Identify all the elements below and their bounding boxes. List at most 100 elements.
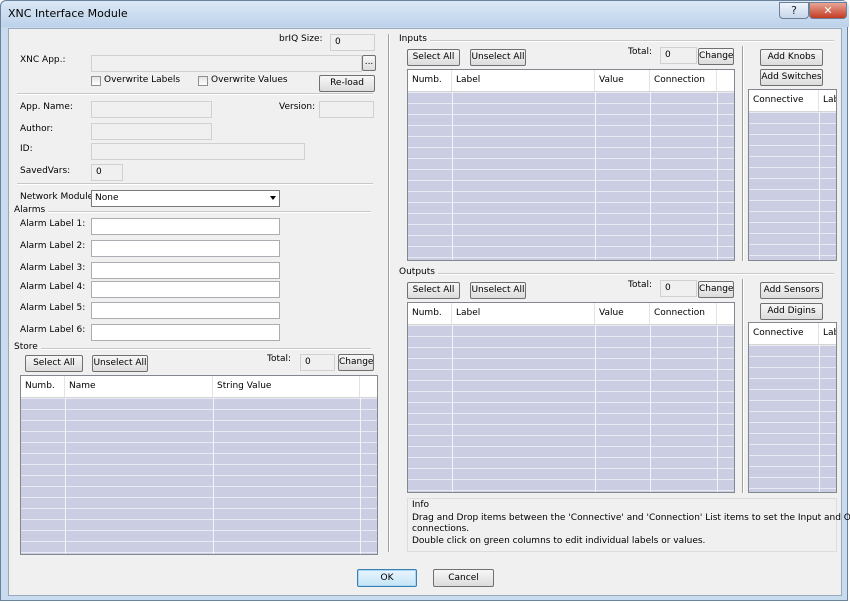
outputs-group-title: Outputs bbox=[399, 267, 438, 277]
inputs-connective-body[interactable] bbox=[749, 112, 836, 260]
savedvars-value: 0 bbox=[91, 164, 123, 181]
outputs-total-label: Total: bbox=[628, 280, 653, 290]
store-list-header: Numb. Name String Value bbox=[21, 376, 377, 398]
inputs-unselect-all-button[interactable]: Unselect All bbox=[470, 49, 526, 66]
alarm-input-6[interactable] bbox=[91, 324, 280, 341]
inputs-connective-header: Connective Label bbox=[749, 90, 836, 112]
column-header[interactable]: Value bbox=[595, 303, 650, 324]
id-field bbox=[91, 143, 305, 160]
column-header[interactable]: Numb. bbox=[408, 70, 452, 91]
column-header[interactable]: Numb. bbox=[21, 376, 65, 397]
window-title: XNC Interface Module bbox=[8, 7, 128, 20]
add-knobs-button[interactable]: Add Knobs bbox=[760, 49, 823, 66]
app-name-field bbox=[91, 101, 212, 118]
alarm-input-3[interactable] bbox=[91, 262, 280, 279]
column-divider bbox=[819, 112, 820, 260]
network-module-label: Network Module: bbox=[20, 192, 97, 202]
inputs-change-button[interactable]: Change bbox=[698, 48, 734, 65]
column-header[interactable]: Connection bbox=[650, 70, 717, 91]
add-digins-button[interactable]: Add Digins bbox=[760, 303, 823, 320]
store-unselect-all-button[interactable]: Unselect All bbox=[92, 355, 148, 372]
column-header[interactable]: Connection bbox=[650, 303, 717, 324]
help-button[interactable]: ? bbox=[779, 2, 809, 19]
inputs-list-body[interactable] bbox=[408, 92, 734, 260]
alarm-input-4[interactable] bbox=[91, 281, 280, 298]
alarm-label-5: Alarm Label 5: bbox=[20, 303, 86, 313]
savedvars-label: SavedVars: bbox=[20, 166, 71, 176]
column-divider bbox=[717, 92, 718, 260]
inputs-list[interactable]: Numb. Label Value Connection bbox=[407, 69, 735, 261]
reload-button[interactable]: Re-load bbox=[319, 75, 375, 92]
xnc-app-path-field[interactable] bbox=[91, 55, 362, 72]
overwrite-labels-label: Overwrite Labels bbox=[104, 75, 181, 85]
alarm-label-1: Alarm Label 1: bbox=[20, 219, 86, 229]
column-divider bbox=[717, 325, 718, 492]
column-divider bbox=[650, 325, 651, 492]
store-group-line bbox=[17, 348, 371, 350]
alarm-input-2[interactable] bbox=[91, 240, 280, 257]
store-total-label: Total: bbox=[267, 354, 292, 364]
alarm-label-4: Alarm Label 4: bbox=[20, 282, 86, 292]
store-list-body[interactable] bbox=[21, 398, 377, 554]
store-list[interactable]: Numb. Name String Value bbox=[20, 375, 378, 555]
ok-button[interactable]: OK bbox=[357, 569, 417, 587]
column-header[interactable]: Connective bbox=[749, 90, 819, 111]
column-header[interactable]: Numb. bbox=[408, 303, 452, 324]
column-divider bbox=[452, 92, 453, 260]
column-header[interactable]: Connective bbox=[749, 323, 819, 344]
alarm-input-5[interactable] bbox=[91, 302, 280, 319]
outputs-connective-header: Connective Label bbox=[749, 323, 836, 345]
column-header[interactable]: Label bbox=[452, 70, 595, 91]
store-select-all-button[interactable]: Select All bbox=[25, 355, 83, 372]
column-header[interactable]: Label bbox=[452, 303, 595, 324]
alarm-label-6: Alarm Label 6: bbox=[20, 325, 86, 335]
outputs-unselect-all-button[interactable]: Unselect All bbox=[470, 282, 526, 299]
inputs-connective-list[interactable]: Connective Label bbox=[748, 89, 837, 261]
column-header[interactable]: Value bbox=[595, 70, 650, 91]
alarm-input-1[interactable] bbox=[91, 218, 280, 235]
inputs-group-line bbox=[399, 40, 834, 42]
overwrite-values-checkbox[interactable] bbox=[198, 76, 208, 86]
column-header[interactable]: Label bbox=[819, 323, 836, 344]
column-header[interactable]: Label bbox=[819, 90, 836, 111]
column-divider bbox=[360, 398, 361, 554]
dialog-client-area: brIQ Size: 0 XNC App.: ... Overwrite Lab… bbox=[8, 28, 850, 596]
outputs-list-header: Numb. Label Value Connection bbox=[408, 303, 734, 325]
browse-button[interactable]: ... bbox=[362, 55, 376, 71]
outputs-list-body[interactable] bbox=[408, 325, 734, 492]
title-bar[interactable]: XNC Interface Module ? ✕ bbox=[1, 1, 849, 27]
column-divider bbox=[213, 398, 214, 554]
add-sensors-button[interactable]: Add Sensors bbox=[760, 282, 823, 299]
column-divider bbox=[452, 325, 453, 492]
version-field bbox=[319, 101, 374, 118]
overwrite-values-label: Overwrite Values bbox=[211, 75, 288, 85]
column-header[interactable]: Name bbox=[65, 376, 213, 397]
outputs-connective-list[interactable]: Connective Label bbox=[748, 322, 837, 493]
overwrite-labels-checkbox[interactable] bbox=[91, 76, 101, 86]
outputs-change-button[interactable]: Change bbox=[698, 281, 734, 298]
close-button[interactable]: ✕ bbox=[809, 2, 847, 19]
inputs-total-label: Total: bbox=[628, 47, 653, 57]
add-switches-button[interactable]: Add Switches bbox=[760, 69, 823, 86]
dialog-window: XNC Interface Module ? ✕ brIQ Size: 0 XN… bbox=[0, 0, 850, 601]
info-text-line: connections. bbox=[412, 524, 470, 534]
column-divider bbox=[650, 92, 651, 260]
author-label: Author: bbox=[20, 124, 54, 134]
cancel-button[interactable]: Cancel bbox=[433, 569, 494, 587]
separator bbox=[17, 93, 373, 95]
column-header[interactable]: String Value bbox=[213, 376, 360, 397]
inputs-select-all-button[interactable]: Select All bbox=[407, 49, 460, 66]
app-name-label: App. Name: bbox=[20, 102, 73, 112]
author-field bbox=[91, 123, 212, 140]
id-label: ID: bbox=[20, 144, 33, 154]
alarms-group-line bbox=[17, 211, 371, 213]
column-divider bbox=[595, 325, 596, 492]
outputs-connective-body[interactable] bbox=[749, 345, 836, 492]
info-title: Info bbox=[412, 500, 430, 510]
store-change-button[interactable]: Change bbox=[338, 354, 374, 371]
outputs-select-all-button[interactable]: Select All bbox=[407, 282, 460, 299]
info-text-line: Drag and Drop items between the 'Connect… bbox=[412, 513, 850, 523]
info-text-line: Double click on green columns to edit in… bbox=[412, 536, 706, 546]
network-module-select[interactable]: None bbox=[91, 190, 280, 207]
outputs-list[interactable]: Numb. Label Value Connection bbox=[407, 302, 735, 493]
